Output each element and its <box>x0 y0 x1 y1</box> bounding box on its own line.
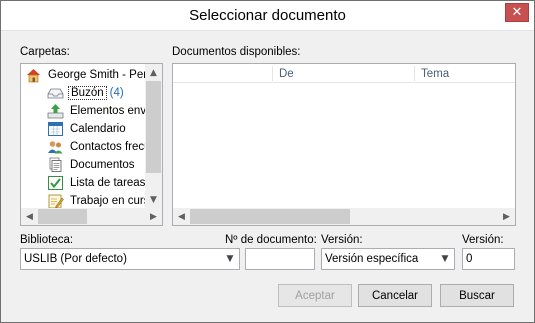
dialog-title: Seleccionar documento <box>189 7 346 24</box>
column-header-blank[interactable] <box>173 64 273 83</box>
documents-label: Documentos disponibles: <box>172 46 301 58</box>
column-header: De Tema <box>173 64 515 83</box>
home-icon <box>25 67 42 83</box>
inbox-icon <box>47 85 64 101</box>
sent-items-icon <box>47 103 64 119</box>
task-list-icon <box>47 175 64 191</box>
scroll-right-icon[interactable]: ▶ <box>498 208 515 225</box>
tree-item-sent[interactable]: Elementos envia <box>47 102 157 120</box>
library-select[interactable]: USLIB (Por defecto) ▼ <box>20 248 240 270</box>
tree-item-task-list[interactable]: Lista de tareas <box>47 174 147 192</box>
library-select-value: USLIB (Por defecto) <box>24 253 127 265</box>
select-document-dialog: Seleccionar documento ✕ Carpetas: George… <box>0 0 535 323</box>
version-type-select[interactable]: Versión específica ▼ <box>321 248 455 270</box>
doc-number-label: Nº de documento: <box>225 234 317 246</box>
folders-vertical-scrollbar[interactable]: ▲ ▼ <box>145 64 162 208</box>
scroll-thumb[interactable] <box>38 209 87 224</box>
doc-number-input[interactable] <box>245 248 315 270</box>
tree-item-inbox[interactable]: Buzón (4) <box>47 84 124 102</box>
tree-item-label: Elementos envia <box>70 105 156 117</box>
column-header-from[interactable]: De <box>273 64 414 83</box>
search-button[interactable]: Buscar <box>440 284 514 307</box>
tree-item-label: Calendario <box>70 123 126 135</box>
scroll-down-icon[interactable]: ▼ <box>145 191 162 208</box>
version-type-select-value: Versión específica <box>325 253 419 265</box>
scroll-left-icon[interactable]: ◀ <box>21 208 38 225</box>
calendar-icon <box>47 121 64 137</box>
title-bar: Seleccionar documento ✕ <box>1 1 534 31</box>
version-number-label: Versión: <box>462 234 504 246</box>
scroll-right-icon[interactable]: ▶ <box>145 208 162 225</box>
version-number-input[interactable]: 0 <box>462 248 515 270</box>
accept-button[interactable]: Aceptar <box>278 284 352 307</box>
tree-item-label: George Smith - Perso <box>48 69 160 81</box>
library-label: Biblioteca: <box>20 234 74 246</box>
contacts-icon <box>47 139 64 155</box>
cancel-button[interactable]: Cancelar <box>358 284 432 307</box>
tree-item-calendar[interactable]: Calendario <box>47 120 128 138</box>
tree-item-personal[interactable]: George Smith - Perso <box>25 66 161 84</box>
chevron-down-icon: ▼ <box>226 254 234 264</box>
work-in-progress-icon <box>47 193 64 209</box>
documents-icon <box>47 157 64 173</box>
column-header-subject[interactable]: Tema <box>415 64 515 83</box>
tree-item-label: Buzón <box>68 86 107 100</box>
scroll-thumb[interactable] <box>190 209 350 224</box>
documents-list[interactable]: De Tema ◀ ▶ <box>172 63 516 226</box>
folders-tree[interactable]: George Smith - Perso Buzón (4) Elementos… <box>20 63 163 226</box>
documents-horizontal-scrollbar[interactable]: ◀ ▶ <box>173 208 515 225</box>
unread-count: (4) <box>109 87 124 99</box>
folders-horizontal-scrollbar[interactable]: ◀ ▶ <box>21 208 162 225</box>
close-button[interactable]: ✕ <box>505 3 529 22</box>
scroll-up-icon[interactable]: ▲ <box>145 64 162 81</box>
folders-label: Carpetas: <box>20 46 70 58</box>
tree-item-label: Lista de tareas <box>70 177 146 189</box>
chevron-down-icon: ▼ <box>441 254 449 264</box>
tree-item-contacts[interactable]: Contactos frecue <box>47 138 159 156</box>
scroll-thumb[interactable] <box>146 81 161 173</box>
tree-item-label: Documentos <box>70 159 135 171</box>
version-type-label: Versión: <box>321 234 363 246</box>
scroll-left-icon[interactable]: ◀ <box>173 208 190 225</box>
tree-item-documents[interactable]: Documentos <box>47 156 137 174</box>
